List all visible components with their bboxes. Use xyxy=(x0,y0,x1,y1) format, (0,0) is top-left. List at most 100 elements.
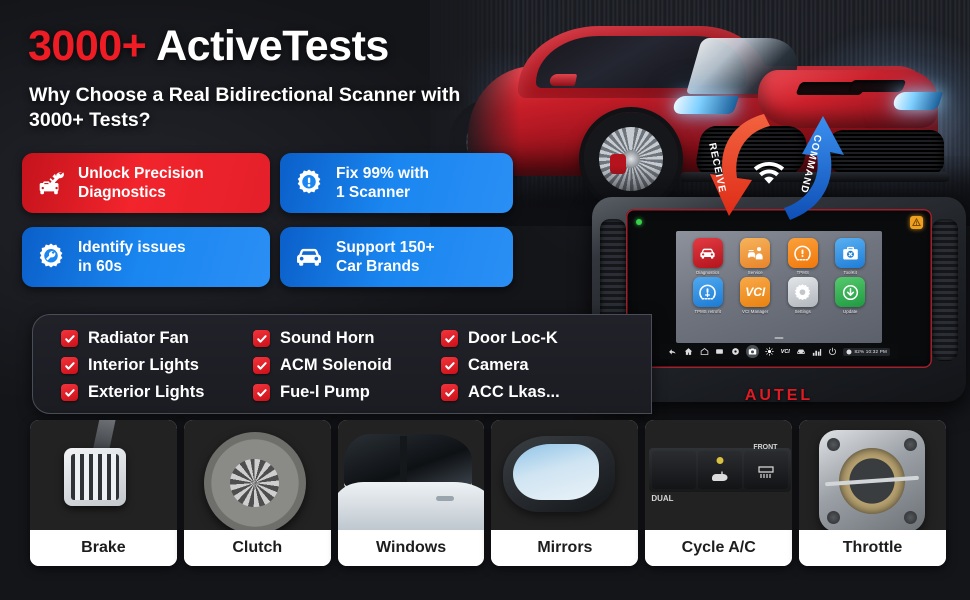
list-item-label: Fue-l Pump xyxy=(280,383,370,401)
supported-tests-panel: Radiator Fan Sound Horn Door Loc-K Inter… xyxy=(32,314,652,414)
home-icon[interactable] xyxy=(684,347,694,357)
thumbnail-card-mirrors[interactable]: Mirrors xyxy=(491,420,639,566)
data-icon[interactable] xyxy=(812,347,822,357)
promo-banner: 3000+ ActiveTests Why Choose a Real Bidi… xyxy=(0,0,970,600)
app-diagnostics[interactable]: Diagnostics xyxy=(686,238,730,275)
status-text: 82% 10:32 PM xyxy=(854,349,887,354)
list-item-label: Camera xyxy=(468,356,529,374)
app-label: Settings xyxy=(794,309,811,314)
car-icon xyxy=(292,240,326,274)
list-item[interactable]: Door Loc-K xyxy=(441,326,560,351)
feature-label: Support 150+ Car Brands xyxy=(336,239,435,275)
list-item-label: Exterior Lights xyxy=(88,383,205,401)
list-item[interactable]: Exterior Lights xyxy=(61,380,253,405)
list-item[interactable]: Sound Horn xyxy=(253,326,441,351)
tire-pressure-icon xyxy=(692,277,723,307)
check-icon xyxy=(253,330,270,347)
thumbnail-card-throttle[interactable]: Throttle xyxy=(799,420,946,566)
app-label: TPMS xyxy=(796,270,809,275)
thumbnail-label: Mirrors xyxy=(491,530,639,566)
service-icon xyxy=(740,238,771,268)
list-item[interactable]: ACM Solenoid xyxy=(253,353,441,378)
car-icon xyxy=(692,238,723,268)
thumbnail-card-brake[interactable]: Brake xyxy=(30,420,177,566)
wifi-icon xyxy=(752,160,786,191)
list-item[interactable]: Fue-l Pump xyxy=(253,380,441,405)
ac-dual-label: DUAL xyxy=(651,494,674,503)
app-tpms[interactable]: TPMS xyxy=(781,238,825,275)
list-item[interactable]: ACC Lkas... xyxy=(441,380,560,405)
feature-box-support-150-car-brands[interactable]: Support 150+ Car Brands xyxy=(280,227,513,287)
check-icon xyxy=(441,357,458,374)
list-item[interactable]: Radiator Fan xyxy=(61,326,253,351)
list-item-label: Sound Horn xyxy=(280,329,375,347)
gear-alert-icon xyxy=(292,166,326,200)
feature-label: Unlock Precision Diagnostics xyxy=(78,165,204,201)
thumbnail-label: Throttle xyxy=(799,530,946,566)
thumbnail-card-windows[interactable]: Windows xyxy=(337,420,485,566)
thumbnail-label: Cycle A/C xyxy=(645,530,793,566)
thumbnail-card-clutch[interactable]: Clutch xyxy=(183,420,331,566)
headline-text: ActiveTests xyxy=(146,22,389,70)
clutch-disc-photo xyxy=(183,420,331,530)
app-toolkit[interactable]: ToolKit xyxy=(829,238,873,275)
app-label: Update xyxy=(843,309,858,314)
list-item[interactable]: Camera xyxy=(441,353,560,378)
app-settings[interactable]: Settings xyxy=(781,277,825,314)
thumbnail-label: Windows xyxy=(337,530,485,566)
car-side-mirror xyxy=(548,74,578,86)
home-indicator xyxy=(774,337,784,339)
ac-buttons-photo: DUAL FRONT xyxy=(645,420,793,530)
app-vci-manager[interactable]: VCI VCI Manager xyxy=(734,277,778,314)
vci-icon[interactable]: VCI xyxy=(781,347,790,357)
headlight-right xyxy=(891,92,943,110)
gear-icon xyxy=(787,277,818,307)
power-led-icon xyxy=(636,219,642,225)
check-icon xyxy=(253,357,270,374)
page-title: 3000+ ActiveTests xyxy=(28,22,389,71)
side-mirror-photo xyxy=(491,420,639,530)
app-label: TPMS retrofit xyxy=(694,309,722,314)
check-icon xyxy=(441,384,458,401)
list-item[interactable]: Interior Lights xyxy=(61,353,253,378)
feature-box-unlock-precision-diagnostics[interactable]: Unlock Precision Diagnostics xyxy=(22,153,270,213)
list-item-label: Interior Lights xyxy=(88,356,199,374)
checklist-grid: Radiator Fan Sound Horn Door Loc-K Inter… xyxy=(61,326,560,405)
brightness-icon[interactable] xyxy=(765,347,775,357)
check-icon xyxy=(61,357,78,374)
apps-icon[interactable] xyxy=(715,347,725,357)
headline-number: 3000+ xyxy=(28,22,147,70)
warning-icon xyxy=(910,216,923,229)
app-label: ToolKit xyxy=(843,270,858,275)
gear-wrench-icon xyxy=(34,240,68,274)
car-repair-icon xyxy=(34,166,68,200)
back-icon[interactable] xyxy=(668,347,678,357)
house-icon[interactable] xyxy=(699,347,709,357)
ac-front-label: FRONT xyxy=(753,444,778,451)
list-item-label: Radiator Fan xyxy=(88,329,189,347)
vci-icon: VCI xyxy=(740,277,771,307)
subheading: Why Choose a Real Bidirectional Scanner … xyxy=(29,84,461,131)
tire-pressure-icon xyxy=(787,238,818,268)
power-icon[interactable] xyxy=(828,347,838,357)
test-examples-strip: Brake Clutch Windows Mirrors DUAL FRONT … xyxy=(30,420,946,572)
feature-label: Fix 99% with 1 Scanner xyxy=(336,165,430,201)
app-service[interactable]: Service xyxy=(734,238,778,275)
app-update[interactable]: Update xyxy=(829,277,873,314)
feature-box-identify-issues-in-60s[interactable]: Identify issues in 60s xyxy=(22,227,270,287)
app-label: Service xyxy=(747,270,763,275)
check-icon xyxy=(61,384,78,401)
location-icon[interactable] xyxy=(731,347,741,357)
app-label: Diagnostics xyxy=(696,270,720,275)
check-icon xyxy=(61,330,78,347)
device-taskbar: VCI 82% 10:32 PM xyxy=(660,344,898,359)
bidirectional-arrows: RECEIVE COMMAND xyxy=(690,108,860,226)
camera-icon[interactable] xyxy=(746,345,760,358)
feature-box-fix-99-with-1-scanner[interactable]: Fix 99% with 1 Scanner xyxy=(280,153,513,213)
thumbnail-card-cycle-ac[interactable]: DUAL FRONT Cycle A/C xyxy=(645,420,793,566)
car-icon[interactable] xyxy=(796,347,806,357)
hood-vent xyxy=(847,80,907,92)
app-tpms-retrofit[interactable]: TPMS retrofit xyxy=(686,277,730,314)
brake-pedal-photo xyxy=(30,420,177,530)
list-item-label: Door Loc-K xyxy=(468,329,558,347)
